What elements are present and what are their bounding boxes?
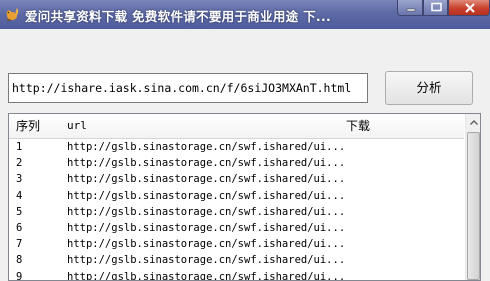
row-url: http://gslb.sinastorage.cn/swf.ishared/u…	[67, 238, 346, 251]
row-url: http://gslb.sinastorage.cn/swf.ishared/u…	[67, 254, 346, 267]
squirrel-icon	[3, 5, 21, 23]
results-list[interactable]: 序列 url 下载 1 http://gslb.sinastorage.cn/sw…	[8, 113, 481, 281]
row-index: 4	[16, 189, 23, 202]
row-index: 5	[16, 205, 23, 218]
app-window: 爱问共享资料下载 免费软件请不要用于商业用途 下... 分析 序列 url 下载…	[0, 0, 490, 281]
title-bar[interactable]: 爱问共享资料下载 免费软件请不要用于商业用途 下...	[0, 0, 490, 29]
row-index: 8	[16, 254, 23, 267]
vertical-scrollbar[interactable]	[465, 114, 480, 280]
list-row[interactable]: 1 http://gslb.sinastorage.cn/swf.ishared/…	[9, 139, 464, 155]
maximize-icon	[431, 2, 442, 12]
minimize-button[interactable]	[397, 0, 423, 16]
list-row[interactable]: 6 http://gslb.sinastorage.cn/swf.ishared/…	[9, 220, 464, 236]
list-row[interactable]: 3 http://gslb.sinastorage.cn/swf.ishared/…	[9, 171, 464, 187]
row-index: 1	[16, 141, 23, 153]
row-url: http://gslb.sinastorage.cn/swf.ishared/u…	[67, 157, 346, 170]
chevron-up-icon	[470, 120, 478, 125]
column-header-index[interactable]: 序列	[16, 114, 40, 138]
list-row[interactable]: 2 http://gslb.sinastorage.cn/swf.ishared/…	[9, 155, 464, 171]
row-url: http://gslb.sinastorage.cn/swf.ishared/u…	[67, 141, 346, 153]
list-row[interactable]: 4 http://gslb.sinastorage.cn/swf.ishared/…	[9, 188, 464, 204]
minimize-icon	[406, 8, 416, 12]
row-url: http://gslb.sinastorage.cn/swf.ishared/u…	[67, 173, 346, 186]
close-button[interactable]	[448, 0, 490, 16]
list-rows: 1 http://gslb.sinastorage.cn/swf.ishared/…	[9, 139, 464, 281]
list-row[interactable]: 8 http://gslb.sinastorage.cn/swf.ishared/…	[9, 252, 464, 268]
row-url: http://gslb.sinastorage.cn/swf.ishared/u…	[67, 205, 346, 218]
close-icon	[465, 3, 475, 13]
scrollbar-thumb[interactable]	[467, 132, 480, 280]
list-row[interactable]: 7 http://gslb.sinastorage.cn/swf.ishared/…	[9, 236, 464, 252]
row-index: 2	[16, 157, 23, 170]
row-index: 9	[16, 270, 23, 281]
row-url: http://gslb.sinastorage.cn/swf.ishared/u…	[67, 221, 346, 234]
scroll-up-button[interactable]	[466, 114, 480, 131]
analyze-button[interactable]: 分析	[385, 71, 473, 105]
row-url: http://gslb.sinastorage.cn/swf.ishared/u…	[67, 270, 346, 281]
row-index: 3	[16, 173, 23, 186]
row-index: 6	[16, 221, 23, 234]
list-header: 序列 url 下载	[9, 114, 464, 139]
window-title: 爱问共享资料下载 免费软件请不要用于商业用途 下...	[25, 9, 332, 24]
url-input[interactable]	[8, 73, 368, 103]
maximize-button[interactable]	[423, 0, 448, 16]
column-header-url[interactable]: url	[67, 114, 87, 138]
row-url: http://gslb.sinastorage.cn/swf.ishared/u…	[67, 189, 346, 202]
list-row[interactable]: 5 http://gslb.sinastorage.cn/swf.ishared/…	[9, 204, 464, 220]
column-header-download[interactable]: 下载	[346, 114, 370, 138]
list-row[interactable]: 9 http://gslb.sinastorage.cn/swf.ishared/…	[9, 269, 464, 281]
row-index: 7	[16, 238, 23, 251]
